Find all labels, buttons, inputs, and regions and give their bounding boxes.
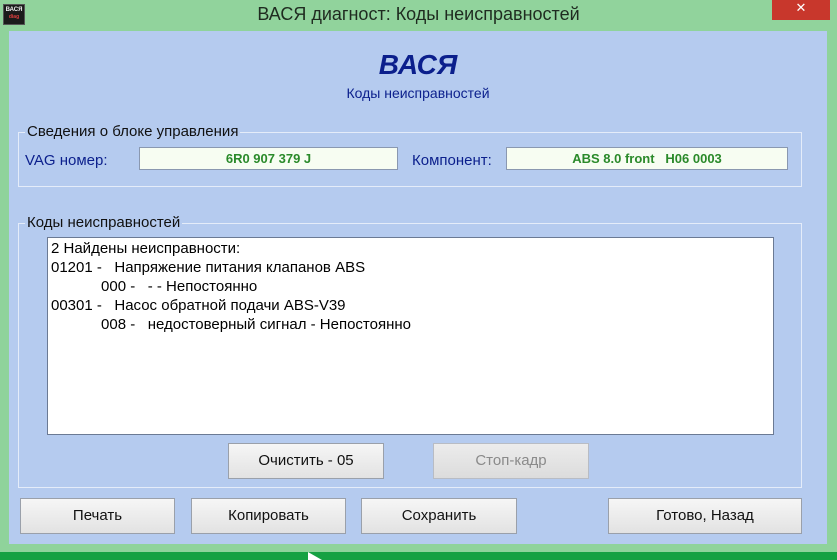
app-window: ВАСЯ diag ВАСЯ диагност: Коды неисправно… <box>0 0 837 552</box>
save-button[interactable]: Сохранить <box>361 498 517 534</box>
vag-number-field[interactable]: 6R0 907 379 J <box>139 147 398 170</box>
fault-line: 01201 - Напряжение питания клапанов ABS <box>51 259 366 276</box>
main-panel: ВАСЯ Коды неисправностей Сведения о блок… <box>9 31 827 544</box>
title-bar[interactable]: ВАСЯ diag ВАСЯ диагност: Коды неисправно… <box>0 0 837 30</box>
vag-number-label: VAG номер: <box>25 152 108 169</box>
print-button[interactable]: Печать <box>20 498 175 534</box>
done-back-button[interactable]: Готово, Назад <box>608 498 802 534</box>
window-title: ВАСЯ диагност: Коды неисправностей <box>257 4 580 24</box>
fault-line: 008 - недостоверный сигнал - Непостоянно <box>51 316 412 333</box>
fault-line: 2 Найдены неисправности: <box>51 240 241 257</box>
freeze-frame-button: Стоп-кадр <box>433 443 589 479</box>
fault-codes-textbox[interactable]: 2 Найдены неисправности: 01201 - Напряже… <box>47 237 774 435</box>
taskbar <box>0 552 837 560</box>
clear-codes-button[interactable]: Очистить - 05 <box>228 443 384 479</box>
fault-codes-legend: Коды неисправностей <box>25 214 183 231</box>
component-field[interactable]: ABS 8.0 front H06 0003 <box>506 147 788 170</box>
close-button[interactable]: ✕ <box>772 0 830 20</box>
close-icon: ✕ <box>795 1 807 16</box>
copy-button[interactable]: Копировать <box>191 498 346 534</box>
mouse-cursor-icon <box>308 552 322 560</box>
control-unit-legend: Сведения о блоке управления <box>25 123 241 140</box>
app-name-heading: ВАСЯ <box>378 49 458 80</box>
fault-line: 00301 - Насос обратной подачи ABS-V39 <box>51 297 346 314</box>
component-label: Компонент: <box>412 152 492 169</box>
fault-line: 000 - - - Непостоянно <box>51 278 258 295</box>
page-subtitle: Коды неисправностей <box>346 85 490 101</box>
